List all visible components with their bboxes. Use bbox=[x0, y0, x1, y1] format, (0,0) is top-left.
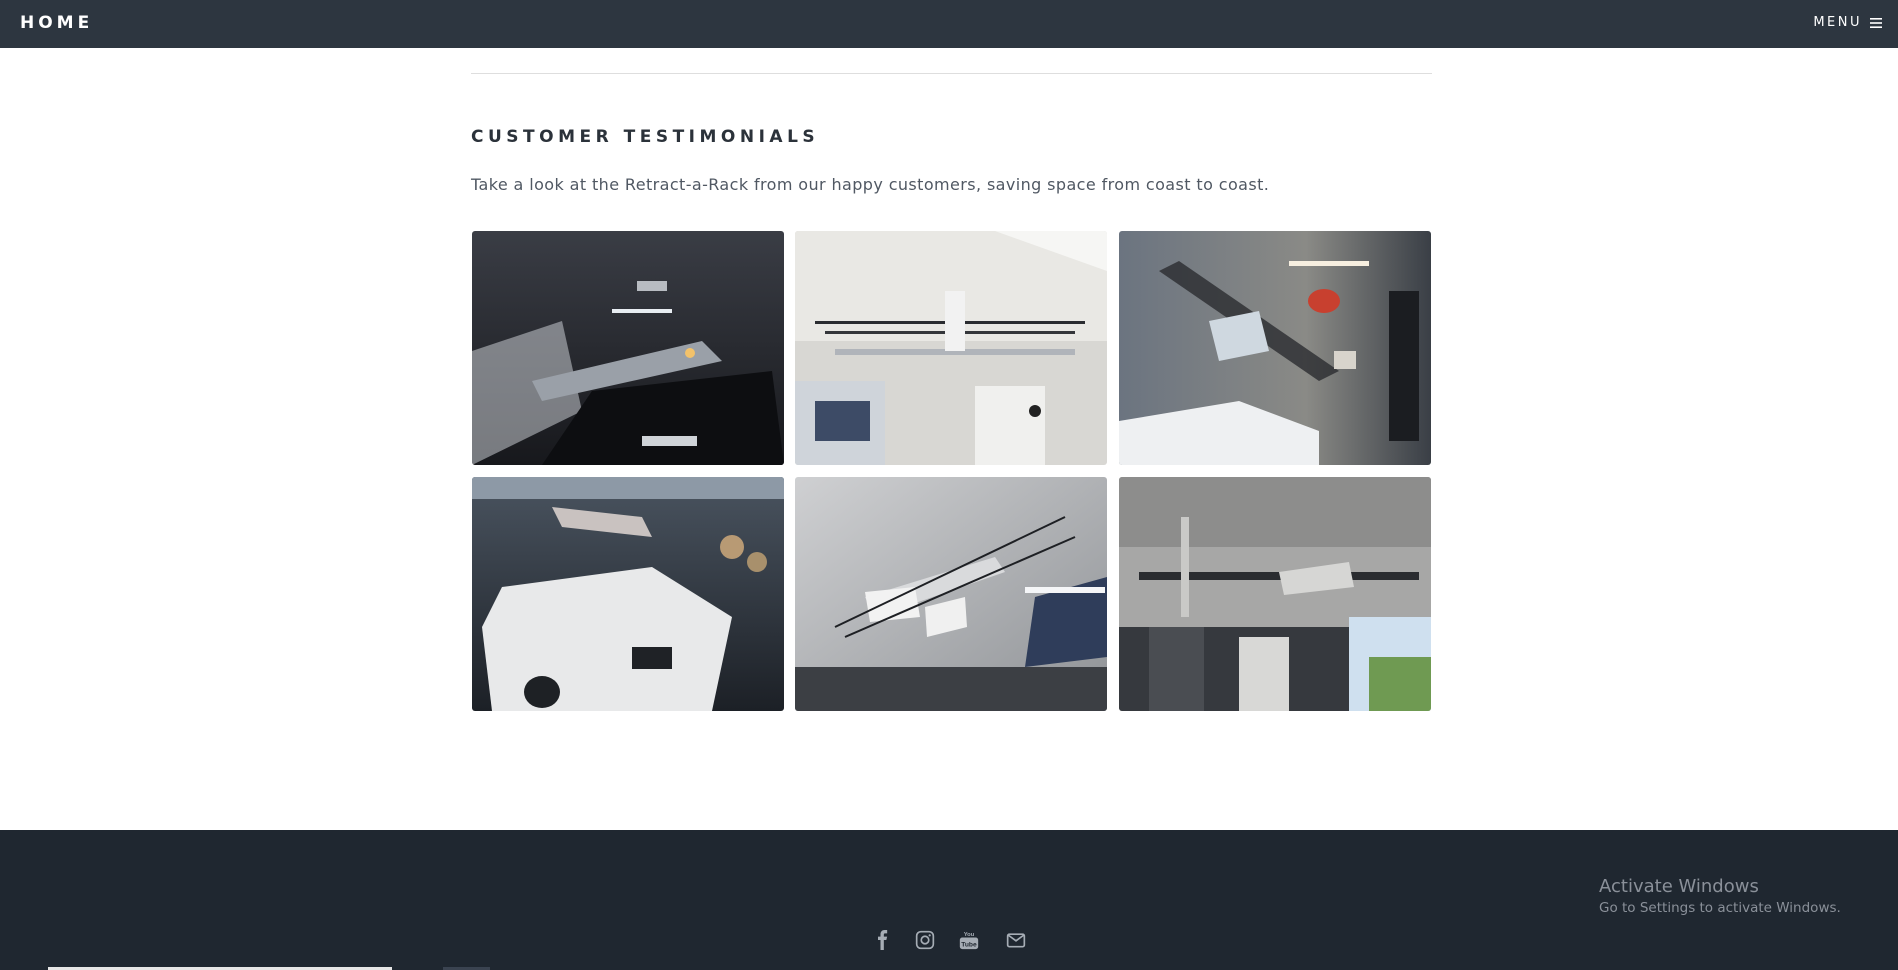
section-divider bbox=[471, 73, 1432, 74]
instagram-icon[interactable] bbox=[913, 928, 937, 952]
gallery-photo-3[interactable] bbox=[1119, 231, 1431, 465]
watermark-subtitle: Go to Settings to activate Windows. bbox=[1599, 900, 1841, 916]
top-navbar: HOME MENU bbox=[0, 0, 1898, 48]
section-title: CUSTOMER TESTIMONIALS bbox=[471, 127, 820, 147]
hamburger-icon bbox=[1868, 16, 1884, 30]
youtube-icon[interactable]: Tube You bbox=[957, 928, 981, 952]
watermark-title: Activate Windows bbox=[1599, 876, 1759, 897]
facebook-icon[interactable] bbox=[871, 928, 895, 952]
gallery-photo-1[interactable] bbox=[472, 231, 784, 465]
home-link[interactable]: HOME bbox=[20, 13, 93, 33]
menu-button[interactable]: MENU bbox=[1813, 15, 1884, 30]
menu-label: MENU bbox=[1813, 15, 1862, 30]
gallery-photo-2[interactable] bbox=[795, 231, 1107, 465]
gallery-photo-6[interactable] bbox=[1119, 477, 1431, 711]
activate-windows-watermark: Activate Windows Go to Settings to activ… bbox=[1599, 876, 1841, 916]
section-description: Take a look at the Retract-a-Rack from o… bbox=[471, 175, 1270, 194]
mail-icon[interactable] bbox=[1004, 928, 1028, 952]
gallery-photo-5[interactable] bbox=[795, 477, 1107, 711]
svg-text:You: You bbox=[964, 932, 975, 938]
svg-text:Tube: Tube bbox=[961, 941, 977, 948]
gallery-photo-4[interactable] bbox=[472, 477, 784, 711]
